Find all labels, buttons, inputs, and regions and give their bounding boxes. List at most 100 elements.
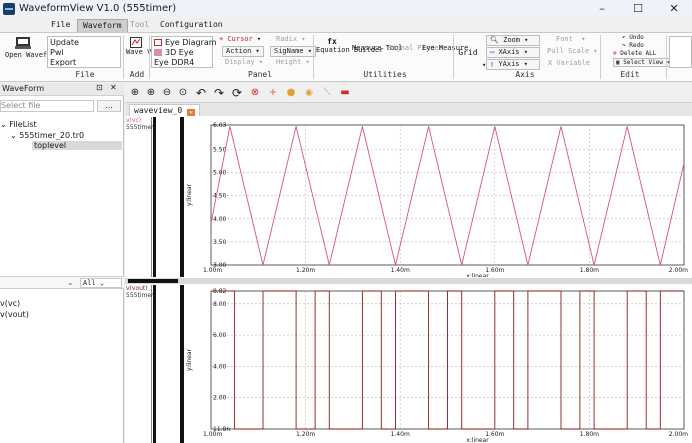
tree-item-toplevel[interactable]: toplevel — [32, 141, 122, 150]
zoom-label: Zoom — [503, 36, 520, 44]
signal-item-vout[interactable]: v(vout) — [0, 310, 29, 319]
pull-scale-label: Pull Scale — [547, 47, 590, 55]
menu-tab-file[interactable]: File — [46, 19, 75, 32]
chevron-down-icon[interactable]: ⌄ — [67, 278, 74, 287]
x-variable-button[interactable]: X Variable — [548, 59, 590, 68]
ribbon-divider — [666, 35, 667, 79]
redo-icon[interactable]: ↷ — [213, 87, 225, 99]
export-item[interactable]: Export — [50, 58, 76, 67]
signal-filter-select[interactable]: All ⌄ — [80, 278, 122, 288]
app-icon — [3, 3, 15, 15]
x-tick-label: 2.00m — [669, 431, 688, 438]
yaxis-dropdown[interactable]: ▯ YAxis ▾ — [486, 59, 540, 70]
eye-measure-button[interactable]: Eye Measure — [421, 43, 468, 67]
signal-item-vc[interactable]: v(vc) — [0, 299, 20, 308]
splitter-handle[interactable] — [128, 279, 178, 283]
select-view-dropdown[interactable]: ▣ Select View ▾ — [613, 58, 674, 67]
marker-icon[interactable]: ● — [285, 87, 297, 99]
wave-view-button[interactable]: Wave View — [125, 36, 164, 69]
wave-view-label: Wave View — [126, 48, 164, 56]
zoom-fit-icon[interactable]: ⊕ — [129, 87, 141, 99]
eye-ddr4-item[interactable]: Eye DDR4 — [154, 58, 194, 67]
refresh-icon[interactable]: ⟳ — [231, 87, 243, 99]
x-tick-label: 1.20m — [296, 431, 315, 438]
close-icon[interactable]: ✕ — [110, 83, 117, 92]
menu-tab-tool[interactable]: Tool — [125, 19, 154, 32]
x-tick-label: 2.00m — [669, 267, 688, 274]
y-tick-label: 4.00 — [213, 363, 227, 370]
signal-finder-button[interactable]: Signal Finder — [387, 43, 443, 67]
redo-icon: ↷ — [622, 42, 626, 49]
signame-dropdown[interactable]: SigName ▾ — [270, 46, 316, 57]
zoom-dropdown[interactable]: 🔍︎ Zoom ▾ — [486, 35, 540, 46]
delete-all-button[interactable]: ⊗ Delete ALL — [613, 50, 656, 57]
pwl-item[interactable]: Pwl — [50, 48, 64, 57]
panel-view-list[interactable]: Eye Diagram 3D Eye Eye DDR4 — [151, 36, 217, 68]
edit-group-label: Edit — [620, 70, 640, 79]
tree-item-file[interactable]: ⌄ 555timer_20.tr0 — [10, 131, 84, 140]
undo-button[interactable]: ↶ Undo — [622, 34, 644, 41]
height-dropdown[interactable]: Height ▾ — [276, 58, 310, 67]
zoom-area-icon[interactable]: ⊙ — [177, 87, 189, 99]
update-item[interactable]: Update — [50, 38, 79, 47]
xaxis-dropdown[interactable]: ▭ XAxis ▾ — [486, 47, 540, 58]
3d-eye-item[interactable]: 3D Eye — [154, 48, 194, 57]
vc-waveform-plot[interactable]: 6.035.505.004.504.003.503.001.00m 1.20m 1.… — [184, 117, 692, 277]
signal-label-box-vout[interactable]: v(vout) 555timer — [126, 285, 153, 443]
delete-icon: ⊗ — [613, 50, 617, 57]
undo-icon[interactable]: ↶ — [195, 87, 207, 99]
close-button[interactable]: ✕ — [656, 0, 692, 18]
signal-label-box-vc[interactable]: v(vc) 555timer — [126, 117, 153, 277]
maximize-button[interactable]: ☐ — [620, 0, 656, 18]
minimize-button[interactable]: – — [584, 0, 620, 18]
zoom-out-icon[interactable]: ⊖ — [161, 87, 173, 99]
ribbon-extra-box — [669, 36, 692, 68]
equation-builder-button[interactable]: fx Equation Builder — [315, 36, 383, 69]
browse-button[interactable]: ... — [97, 100, 121, 112]
y-tick-label: 8.82 — [213, 288, 227, 295]
x-tick-label: 1.80m — [580, 431, 599, 438]
panel-group-label: Panel — [247, 70, 273, 79]
action-dropdown[interactable]: Action ▾ — [222, 46, 264, 57]
pane-splitter[interactable] — [125, 278, 692, 284]
ribbon: Open Waveform Update Pwl Export File Wav… — [0, 32, 692, 82]
measure-icon[interactable]: ◉ — [303, 87, 315, 99]
eye-diagram-item[interactable]: Eye Diagram — [154, 38, 217, 47]
pane-divider[interactable] — [153, 285, 156, 443]
yaxis-icon: ▯ — [490, 60, 495, 68]
height-label: Height — [276, 58, 302, 66]
x-tick-label: 1.00m — [203, 267, 222, 274]
file-action-list[interactable]: Update Pwl Export — [47, 36, 121, 68]
menu-tab-waveform[interactable]: Waveform — [77, 19, 128, 32]
pane-divider[interactable] — [153, 117, 156, 277]
ruler-icon[interactable]: ▬ — [339, 87, 351, 99]
waveform-panel: WaveForm ⊡ ✕ Select file ... ⌄ FileList … — [0, 83, 124, 443]
tab-waveview[interactable]: waveview_0 ✕ — [129, 104, 200, 117]
grid-button[interactable]: Grid — [457, 47, 479, 59]
cursor-dropdown[interactable]: + Cursor ▾ — [219, 35, 261, 44]
vout-waveform-plot[interactable]: 8.828.006.004.002.0011.8n1.00m 1.20m 1.40m… — [184, 285, 692, 443]
zoom-in-icon[interactable]: ⊕ — [145, 87, 157, 99]
display-dropdown[interactable]: Display ▾ — [225, 58, 263, 67]
plot-frame — [210, 124, 685, 266]
measure-tool-button[interactable]: Measure Tool — [351, 43, 403, 67]
pin-icon[interactable]: ⊡ — [96, 83, 103, 92]
y-axis-label: y:linear — [186, 183, 193, 206]
select-file-input[interactable]: Select file — [0, 100, 94, 112]
y-tick-label: 4.00 — [213, 216, 227, 223]
open-waveform-button[interactable]: Open Waveform — [4, 35, 60, 69]
pull-scale-dropdown[interactable]: Pull Scale ▾ — [547, 47, 598, 56]
slope-icon[interactable]: ⟍ — [321, 87, 333, 99]
menu-tab-configuration[interactable]: Configuration — [155, 19, 228, 32]
tree-item-filelist[interactable]: ⌄ FileList — [0, 120, 37, 129]
delete-icon[interactable]: ⊗ — [249, 87, 261, 99]
open-waveform-icon — [15, 37, 31, 49]
document-tab-bar: waveview_0 ✕ — [125, 103, 692, 117]
signal-name: v(vout) — [126, 285, 148, 292]
x-tick-label: 1.40m — [391, 431, 410, 438]
delete-all-label: Delete ALL — [620, 50, 657, 57]
font-dropdown[interactable]: Font ▾ — [556, 35, 586, 44]
redo-button[interactable]: ↷ Redo — [622, 42, 644, 49]
radix-dropdown[interactable]: Radix ▾ — [276, 35, 306, 44]
cursor-add-icon[interactable]: + — [267, 87, 279, 99]
